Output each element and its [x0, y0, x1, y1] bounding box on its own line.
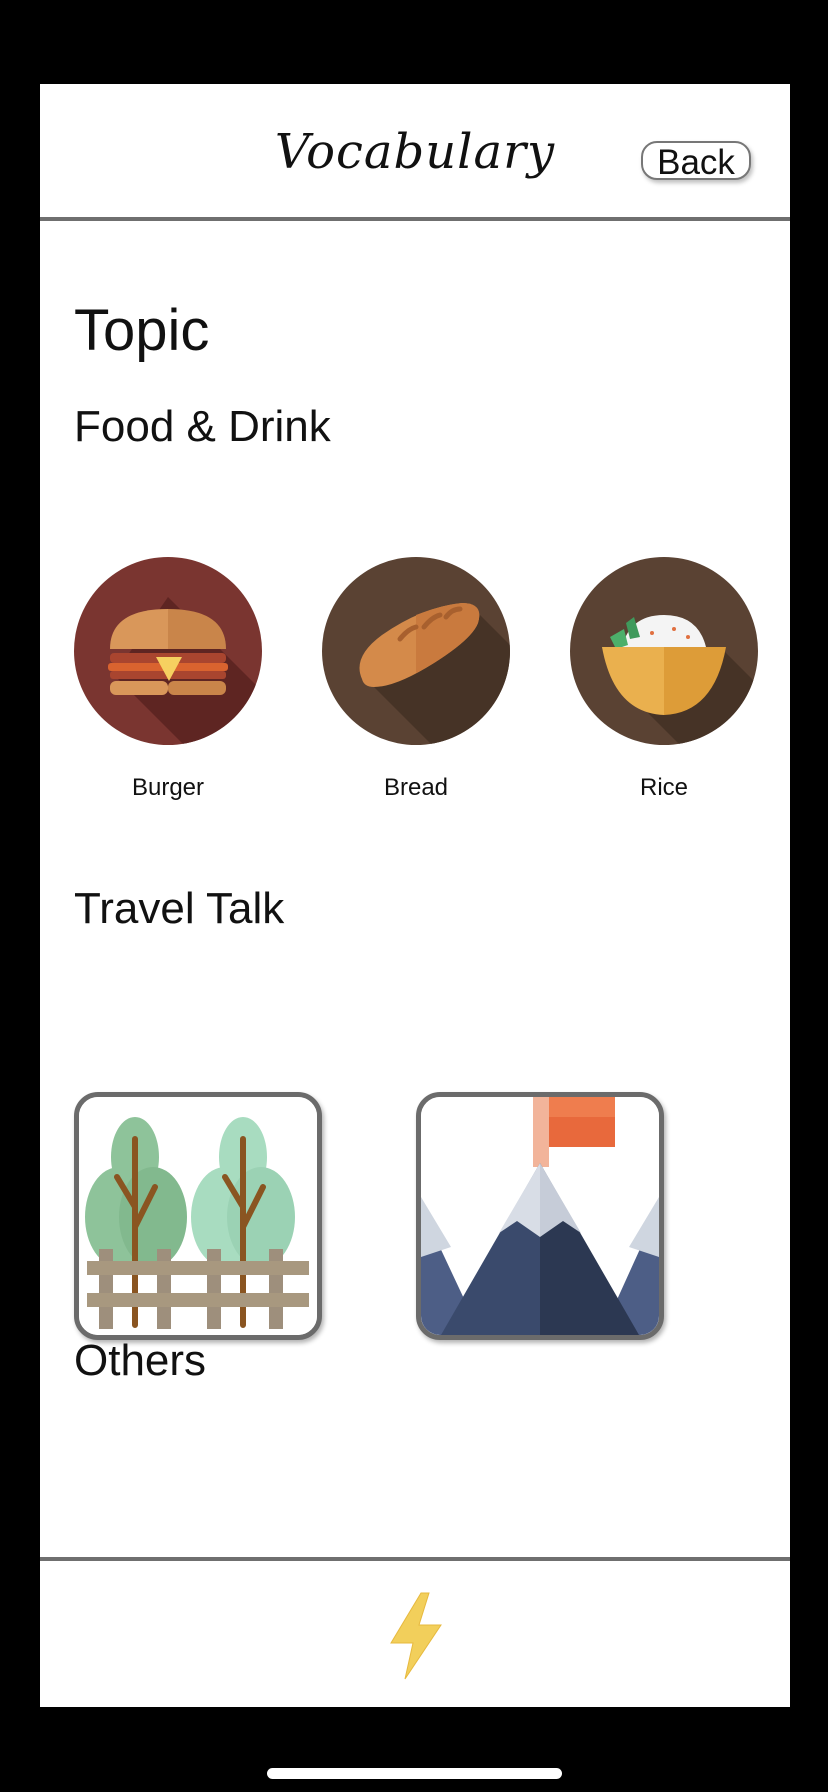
burger-icon[interactable] — [74, 557, 262, 745]
footer — [40, 1561, 790, 1707]
travel-card-trees[interactable] — [74, 1092, 322, 1340]
header: Vocabulary Back — [40, 84, 790, 217]
lightning-button[interactable] — [385, 1591, 445, 1681]
food-item-burger[interactable]: Burger — [73, 557, 263, 802]
food-item-rice[interactable]: Rice — [569, 557, 759, 802]
section-title-travel: Travel Talk — [74, 884, 285, 933]
home-indicator[interactable] — [267, 1768, 562, 1779]
food-label-burger: Burger — [131, 774, 205, 801]
bread-icon[interactable] — [322, 557, 510, 745]
mountain-flag-icon — [421, 1097, 659, 1335]
travel-card-mountain[interactable] — [416, 1092, 664, 1340]
back-button[interactable]: Back — [641, 141, 751, 182]
section-title-food: Food & Drink — [74, 402, 331, 451]
trees-fence-icon — [79, 1097, 317, 1335]
food-item-bread[interactable]: Bread — [321, 557, 511, 802]
lightning-icon — [390, 1592, 442, 1680]
main-content: Topic Food & Drink Burger Bread Rice Tra… — [40, 221, 790, 1641]
food-label-bread: Bread — [383, 774, 449, 801]
app-screen: Vocabulary Back Topic Food & Drink Burge… — [40, 84, 790, 1707]
section-title-others: Others — [74, 1336, 207, 1385]
topic-heading: Topic — [74, 298, 210, 363]
food-label-rice: Rice — [639, 774, 688, 801]
rice-bowl-icon[interactable] — [570, 557, 758, 745]
